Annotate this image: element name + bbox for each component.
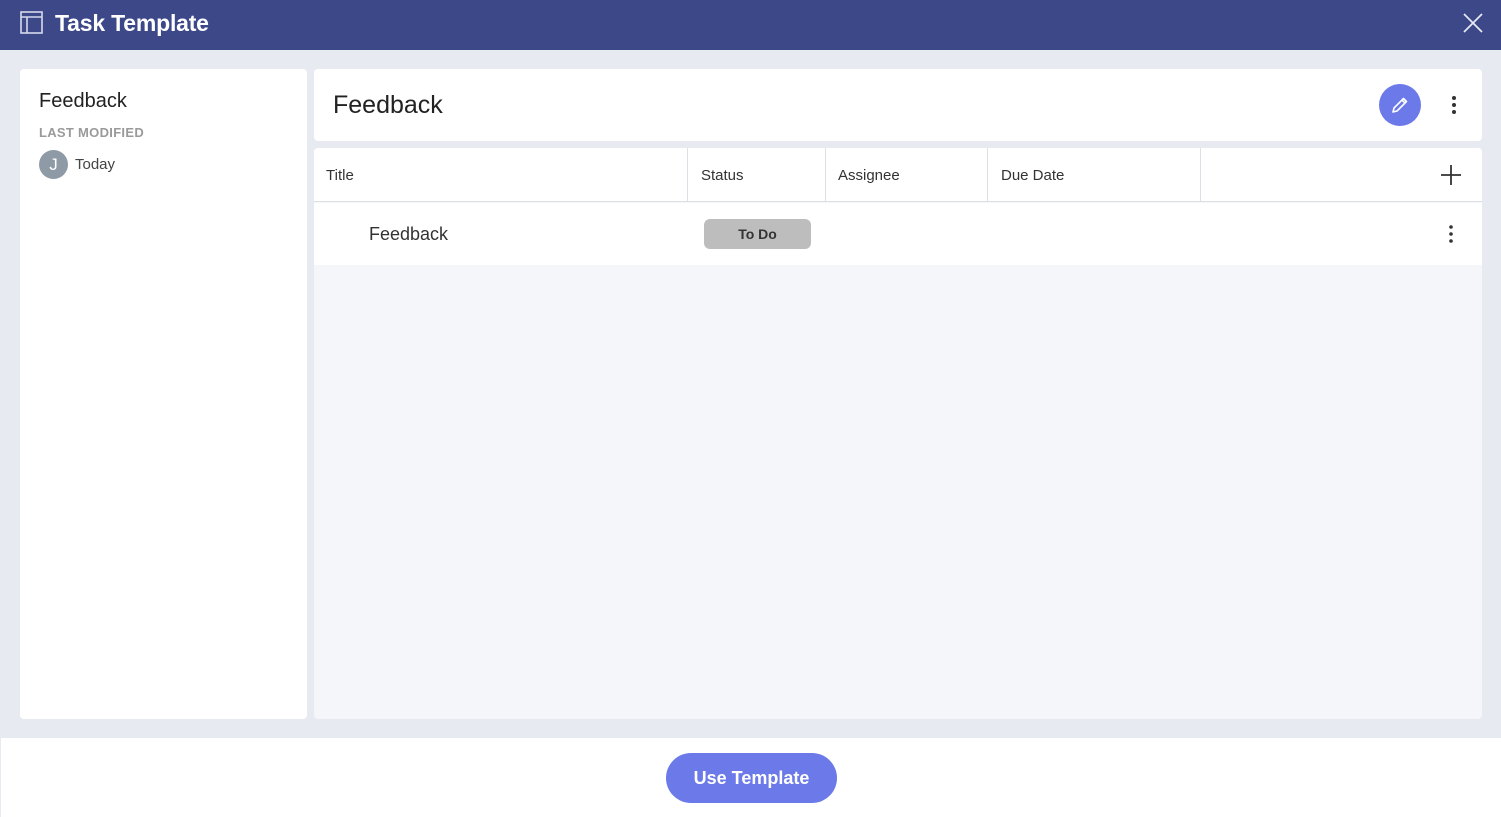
edit-button[interactable]: [1379, 84, 1421, 126]
column-due-date-label: Due Date: [1001, 167, 1065, 184]
column-title[interactable]: Title: [314, 148, 688, 202]
task-table: Title Status Assignee Due Date Feedback …: [314, 148, 1482, 719]
title-bar: Task Template: [0, 0, 1501, 50]
template-name: Feedback: [39, 90, 127, 112]
template-icon: [20, 11, 43, 34]
table-header: Title Status Assignee Due Date: [314, 148, 1482, 202]
column-due-date[interactable]: Due Date: [988, 148, 1201, 202]
column-assignee[interactable]: Assignee: [826, 148, 988, 202]
modified-date: Today: [75, 156, 116, 173]
footer: Use Template: [1, 738, 1501, 817]
use-template-button[interactable]: Use Template: [666, 753, 837, 803]
column-title-label: Title: [326, 167, 354, 184]
task-title[interactable]: Feedback: [369, 224, 448, 245]
table-row[interactable]: Feedback To Do: [314, 203, 1482, 265]
row-more-icon[interactable]: [1441, 222, 1461, 246]
board-title: Feedback: [333, 91, 443, 119]
last-modified-label: LAST MODIFIED: [39, 125, 145, 140]
column-assignee-label: Assignee: [838, 167, 900, 184]
template-info-panel: Feedback LAST MODIFIED J Today: [20, 69, 307, 719]
plus-icon[interactable]: [1439, 163, 1463, 187]
column-status[interactable]: Status: [688, 148, 826, 202]
board-header: Feedback: [314, 69, 1482, 141]
avatar: J: [39, 150, 68, 179]
status-badge[interactable]: To Do: [704, 219, 811, 249]
close-icon[interactable]: [1462, 12, 1484, 34]
more-vertical-icon[interactable]: [1444, 93, 1464, 117]
column-status-label: Status: [701, 167, 744, 184]
pencil-icon: [1392, 97, 1408, 113]
window-title: Task Template: [55, 10, 209, 36]
